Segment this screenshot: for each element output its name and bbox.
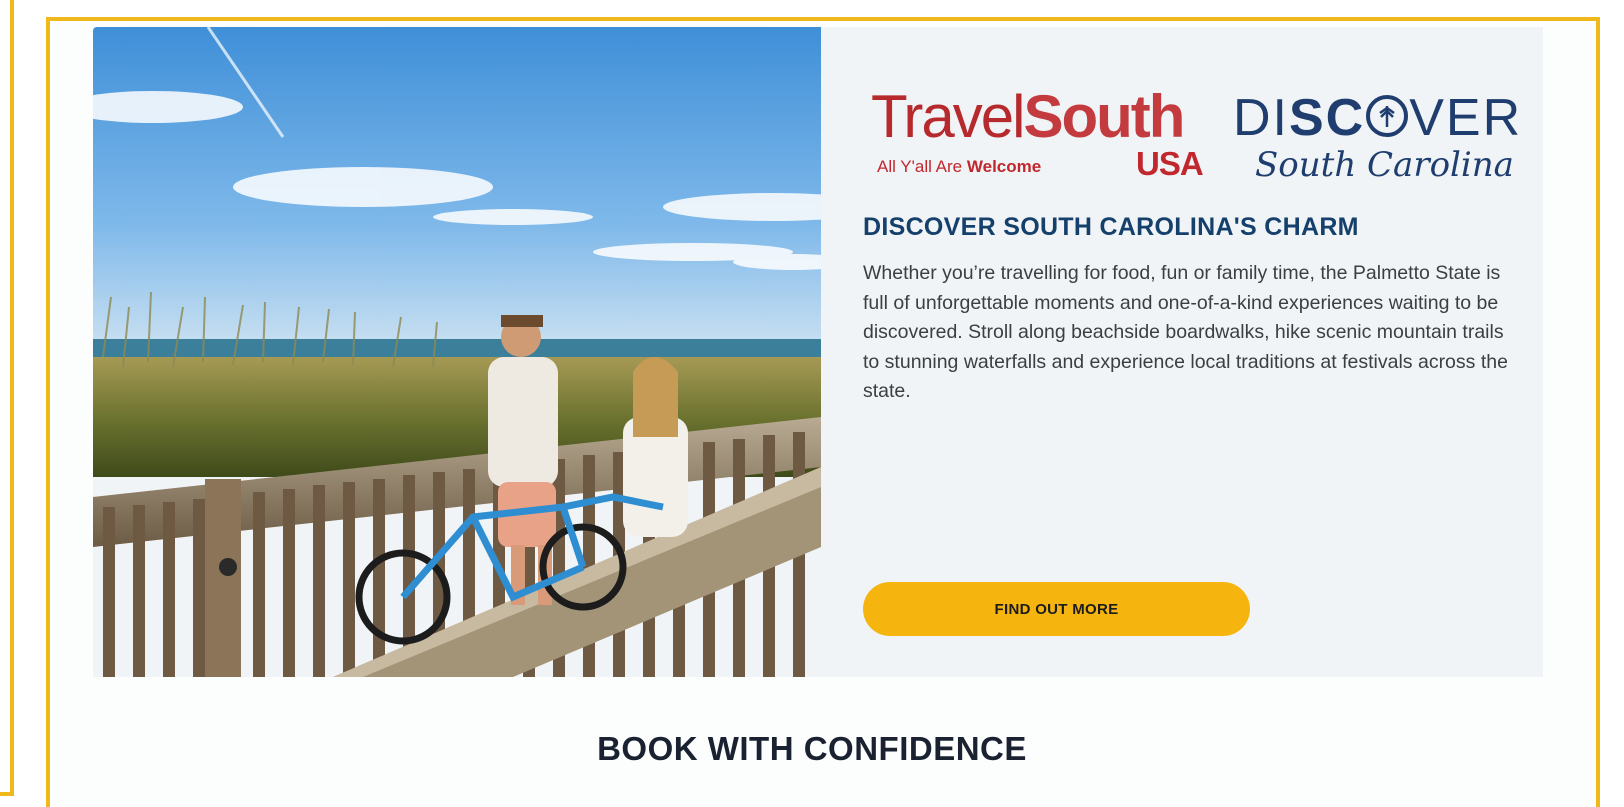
book-with-confidence-heading: BOOK WITH CONFIDENCE [597, 730, 1027, 767]
find-out-more-button[interactable]: FIND OUT MORE [863, 582, 1250, 636]
south-carolina-script: South Carolina [1255, 145, 1514, 185]
discover-south-carolina-logo: DISC VER South Carolina [1233, 89, 1520, 189]
promo-content: TravelSouth All Y'all Are Welcome USA DI… [863, 27, 1520, 677]
south-word: South [1023, 83, 1185, 150]
discover-part-c: VER [1409, 89, 1523, 147]
promo-photo [93, 27, 821, 677]
travel-south-usa: USA [1136, 145, 1204, 182]
travel-south-wordmark: TravelSouth [871, 87, 1185, 147]
promo-description: Whether you’re travelling for food, fun … [863, 262, 1508, 402]
travel-word: Travel [871, 83, 1025, 150]
discover-wordmark: DISC VER [1233, 89, 1522, 147]
adjacent-card-frame [0, 0, 14, 796]
promo-card: TravelSouth All Y'all Are Welcome USA DI… [93, 27, 1543, 677]
travel-south-usa-logo: TravelSouth All Y'all Are Welcome USA [871, 87, 1211, 187]
beach-boardwalk-photo [93, 27, 821, 677]
promo-headline: DISCOVER SOUTH CAROLINA'S CHARM [863, 213, 1359, 241]
tagline-bold: Welcome [966, 157, 1042, 176]
discover-part-b: SC [1289, 89, 1366, 147]
partner-logos: TravelSouth All Y'all Are Welcome USA DI… [871, 87, 1520, 189]
travel-south-tagline: All Y'all Are Welcome [877, 157, 1041, 177]
tagline-prefix: All Y'all Are [877, 157, 967, 176]
discover-part-a: DI [1233, 89, 1289, 147]
palmetto-moon-icon [1366, 95, 1409, 137]
